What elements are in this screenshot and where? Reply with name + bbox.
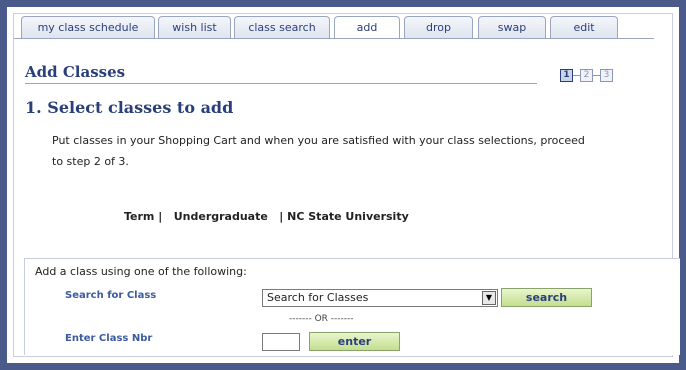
tab-swap[interactable]: swap xyxy=(478,16,546,38)
step-3: 3 xyxy=(600,69,613,82)
tab-add[interactable]: add xyxy=(334,16,400,39)
search-for-class-label: Search for Class xyxy=(65,290,157,301)
step-1: 1 xyxy=(560,69,573,82)
tab-class-search[interactable]: class search xyxy=(234,16,330,38)
enter-class-nbr-label: Enter Class Nbr xyxy=(65,333,153,344)
title-divider xyxy=(25,83,537,84)
tab-divider xyxy=(14,38,654,39)
step-2: 2 xyxy=(580,69,593,82)
search-method-select[interactable]: Search for Classes ▼ xyxy=(262,289,498,307)
page-title: Add Classes xyxy=(25,63,126,81)
enter-button[interactable]: enter xyxy=(309,332,400,351)
class-nbr-input[interactable] xyxy=(262,333,300,351)
add-class-intro: Add a class using one of the following: xyxy=(35,265,247,278)
add-class-panel: Add a class using one of the following: … xyxy=(24,258,680,355)
or-separator: ------- OR ------- xyxy=(289,314,354,324)
tab-my-class-schedule[interactable]: my class schedule xyxy=(21,16,155,38)
tab-edit[interactable]: edit xyxy=(550,16,618,38)
tab-wish-list[interactable]: wish list xyxy=(158,16,231,38)
section-title: 1. Select classes to add xyxy=(25,98,234,117)
term-info: Term | Undergraduate | NC State Universi… xyxy=(124,210,409,223)
step-connector xyxy=(593,75,600,76)
tab-drop[interactable]: drop xyxy=(404,16,473,38)
instructions-text: Put classes in your Shopping Cart and wh… xyxy=(52,134,585,168)
search-method-value: Search for Classes xyxy=(267,291,369,304)
chevron-down-icon[interactable]: ▼ xyxy=(482,291,496,305)
search-button[interactable]: search xyxy=(501,288,592,307)
step-connector xyxy=(573,75,580,76)
